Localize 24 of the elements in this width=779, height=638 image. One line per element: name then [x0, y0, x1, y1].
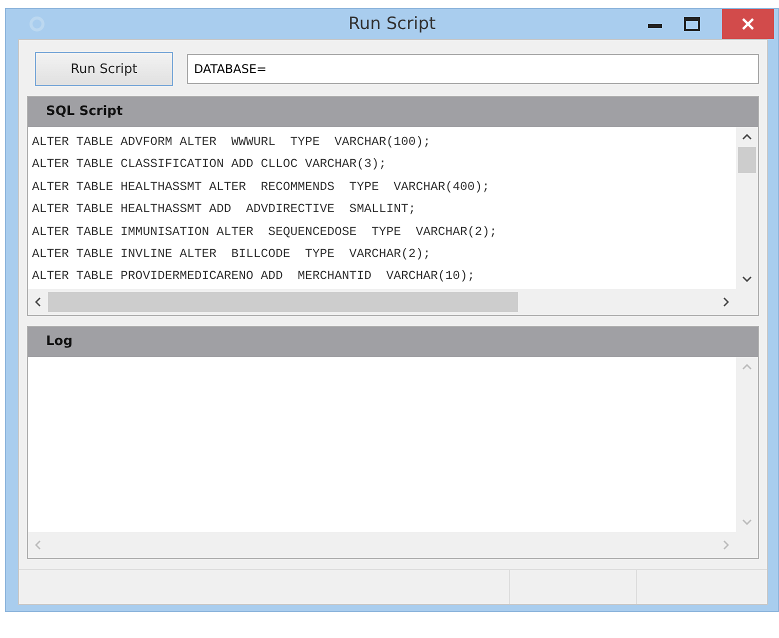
code-line: ALTER TABLE IMMUNISATION ALTER SEQUENCEDOSE TYPE VARCHAR(2); — [32, 224, 498, 241]
scroll-thumb[interactable] — [738, 147, 756, 173]
panel-header: Log — [28, 327, 758, 357]
chevron-left-icon[interactable] — [35, 297, 41, 307]
window-title: Run Script — [348, 14, 436, 34]
panel-header: SQL Script — [28, 97, 758, 127]
code-line: ALTER TABLE CLASSIFICATION ADD CLLOC VARCHAR(3); — [32, 156, 388, 174]
close-icon — [742, 18, 754, 30]
horizontal-scrollbar[interactable] — [28, 289, 758, 315]
maximize-icon[interactable] — [684, 17, 700, 31]
code-line: ALTER TABLE INVLINE ALTER BILLCODE TYPE VARCHAR(2); — [32, 246, 432, 264]
code-line: ALTER TABLE PROVIDERMEDICARENO ADD MERCHANTID VARCHAR(10); — [32, 268, 476, 286]
minimize-icon[interactable] — [648, 24, 662, 28]
connection-field[interactable]: DATABASE= — [187, 54, 759, 84]
run-script-button[interactable]: Run Script — [35, 52, 173, 86]
code-line: ALTER TABLE HEALTHASSMT ALTER RECOMMENDS TYPE VARCHAR(400); — [32, 178, 491, 196]
code-line: ALTER TABLE ADVFORM ALTER WWWURL TYPE VARCHAR(100); — [32, 134, 432, 151]
chevron-up-icon[interactable] — [742, 134, 752, 140]
scroll-thumb[interactable] — [48, 292, 518, 312]
chevron-down-icon[interactable] — [742, 276, 752, 282]
chevron-right-icon[interactable] — [723, 297, 729, 307]
close-button[interactable] — [722, 9, 774, 39]
vertical-scrollbar[interactable] — [736, 127, 758, 289]
code-line: ALTER TABLE HEALTHASSMT ADD ADVDIRECTIVE SMALLINT; — [32, 201, 417, 218]
